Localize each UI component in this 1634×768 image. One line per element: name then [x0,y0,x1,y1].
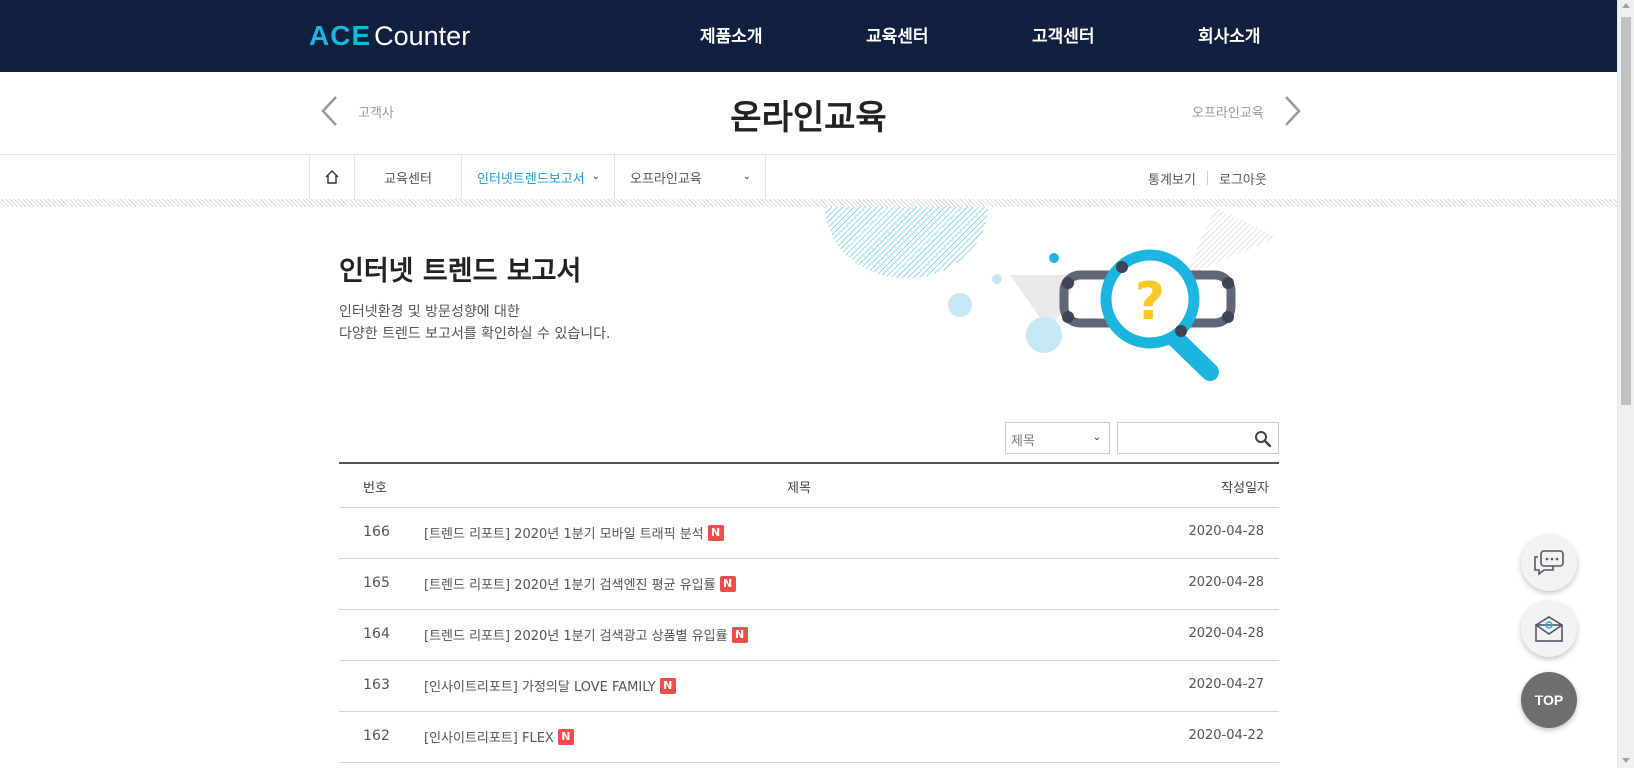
row-subject: [인사이트리포트] 가정의달 LOVE FAMILY [424,680,656,695]
subnav-item-education[interactable]: 교육센터 [354,155,461,199]
hero-desc-line: 다양한 트렌드 보고서를 확인하실 수 있습니다. [339,326,611,342]
row-subject-link[interactable]: [인사이트리포트] FLEX N [424,727,574,746]
email-inquiry-button[interactable] [1521,601,1577,657]
subnav-item-label: 오프라인교육 [630,171,702,187]
search-field-select[interactable]: 제목 ⌄ [1005,422,1110,454]
table-row[interactable]: 162 [인사이트리포트] FLEX N 2020-04-22 [339,712,1279,763]
nav-item-company[interactable]: 회사소개 [1198,22,1261,47]
chevron-down-icon: ⌄ [591,171,600,182]
subnav-item-trend-report[interactable]: 인터넷트렌드보고서 ⌄ [461,155,614,199]
row-number: 163 [363,677,390,693]
chevron-right-icon [1284,96,1301,126]
logo-ace-text: ACE [309,20,372,51]
row-number: 165 [363,575,390,591]
nav-item-support[interactable]: 고객센터 [1032,22,1095,47]
search-box [1117,422,1279,454]
row-subject-link[interactable]: [인사이트리포트] 가정의달 LOVE FAMILY N [424,676,676,695]
scroll-up-arrow-icon[interactable] [1622,3,1630,8]
logout-link[interactable]: 로그아웃 [1219,169,1267,188]
chevron-down-icon: ⌄ [1092,432,1101,443]
row-subject: [트렌드 리포트] 2020년 1분기 검색엔진 평균 유입률 [424,578,716,593]
chat-button[interactable] [1521,535,1577,591]
subnav-item-offline[interactable]: 오프라인교육 ⌄ [614,155,766,199]
nav-item-education[interactable]: 교육센터 [866,22,929,47]
ace-counter-logo[interactable]: ACE Counter [309,20,470,52]
row-subject-link[interactable]: [트렌드 리포트] 2020년 1분기 검색광고 상품별 유입률 N [424,625,748,644]
row-date: 2020-04-28 [1188,524,1264,539]
next-page-label: 오프라인교육 [1192,105,1264,121]
sub-nav: 교육센터 인터넷트렌드보고서 ⌄ 오프라인교육 ⌄ 통계보기 로그아웃 [0,155,1617,199]
search-field-value: 제목 [1011,434,1035,449]
scroll-down-arrow-icon[interactable] [1622,758,1630,763]
table-row[interactable]: 164 [트렌드 리포트] 2020년 1분기 검색광고 상품별 유입률 N 2… [339,610,1279,661]
table-row[interactable]: 165 [트렌드 리포트] 2020년 1분기 검색엔진 평균 유입률 N 20… [339,559,1279,610]
hero-description: 인터넷환경 및 방문성향에 대한 다양한 트렌드 보고서를 확인하실 수 있습니… [339,301,610,345]
mail-icon [1535,616,1563,642]
search-icon[interactable] [1254,430,1272,448]
table-row[interactable]: 163 [인사이트리포트] 가정의달 LOVE FAMILY N 2020-04… [339,661,1279,712]
home-button[interactable] [309,155,354,199]
subnav-item-label: 교육센터 [384,171,432,187]
next-page-link[interactable]: 오프라인교육 [1192,94,1306,128]
header-subject: 제목 [787,481,811,496]
util-divider [1207,171,1208,185]
scroll-thumb[interactable] [1621,17,1631,405]
new-badge: N [557,728,574,745]
trend-report-illustration: ? [825,207,1277,381]
home-icon [325,170,339,184]
new-badge: N [659,677,676,694]
stats-link[interactable]: 통계보기 [1148,169,1196,188]
header-date: 작성일자 [1221,481,1269,496]
page-title: 온라인교육 [730,98,887,138]
row-subject-link[interactable]: [트렌드 리포트] 2020년 1분기 모바일 트래픽 분석 N [424,523,724,542]
top-header: ACE Counter 제품소개 교육센터 고객센터 회사소개 [0,0,1617,72]
row-number: 164 [363,626,390,642]
search-input[interactable] [1124,423,1249,453]
row-subject: [인사이트리포트] FLEX [424,731,554,746]
svg-text:?: ? [1135,272,1165,332]
new-badge: N [707,524,724,541]
scroll-top-button[interactable]: TOP [1521,672,1577,728]
page-scrollbar[interactable] [1617,0,1634,768]
row-number: 166 [363,524,390,540]
row-subject: [트렌드 리포트] 2020년 1분기 검색광고 상품별 유입률 [424,629,728,644]
row-date: 2020-04-22 [1188,728,1264,743]
table-header: 번호 제목 작성일자 [339,462,1279,508]
hero-title: 인터넷 트렌드 보고서 [339,256,582,287]
row-subject-link[interactable]: [트렌드 리포트] 2020년 1분기 검색엔진 평균 유입률 N [424,574,736,593]
new-badge: N [731,626,748,643]
subnav-item-label: 인터넷트렌드보고서 [477,171,585,187]
chat-icon [1534,550,1564,576]
row-number: 162 [363,728,390,744]
logo-counter-text: Counter [374,20,471,51]
row-subject: [트렌드 리포트] 2020년 1분기 모바일 트래픽 분석 [424,527,704,542]
new-badge: N [719,575,736,592]
hero-desc-line: 인터넷환경 및 방문성향에 대한 [339,304,520,320]
title-row: 고객사 온라인교육 오프라인교육 [0,72,1617,155]
row-date: 2020-04-28 [1188,575,1264,590]
table-row[interactable]: 166 [트렌드 리포트] 2020년 1분기 모바일 트래픽 분석 N 202… [339,508,1279,559]
row-date: 2020-04-28 [1188,626,1264,641]
hatch-divider [0,199,1617,207]
nav-item-products[interactable]: 제품소개 [700,22,763,47]
report-table: 번호 제목 작성일자 166 [트렌드 리포트] 2020년 1분기 모바일 트… [339,462,1279,763]
chevron-down-icon: ⌄ [742,171,751,182]
header-number: 번호 [363,481,387,496]
row-date: 2020-04-27 [1188,677,1264,692]
